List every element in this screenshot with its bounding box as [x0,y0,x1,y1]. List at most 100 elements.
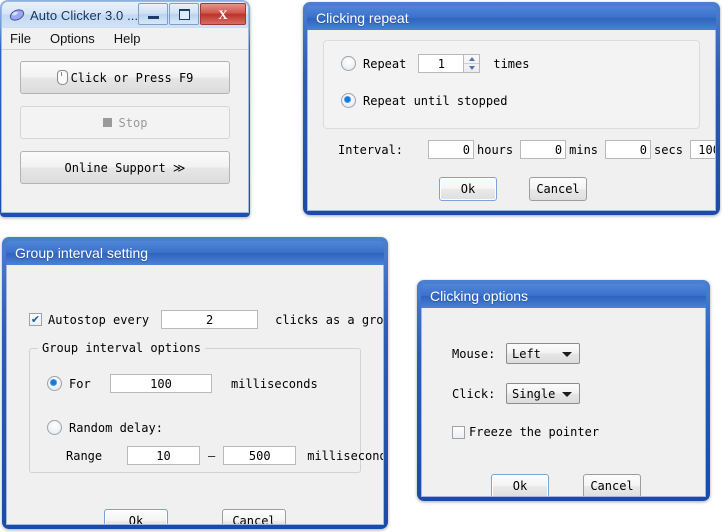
maximize-icon [178,8,190,20]
mouse-icon [56,70,68,85]
main-window-title: Auto Clicker 3.0 ... [30,7,139,23]
minimize-icon [147,15,159,19]
stop-label: Stop [118,115,148,130]
clicking-repeat-titlebar[interactable]: Clicking repeat [307,6,716,30]
click-select[interactable]: Single [506,383,580,404]
clicking-repeat-cancel-button[interactable]: Cancel [529,177,587,201]
chevron-down-icon [562,391,572,397]
click-or-press-f9-label: Click or Press F9 [70,70,194,85]
clicking-options-cancel-label: Cancel [590,479,634,493]
app-ellipse-icon [9,9,25,21]
close-icon: X [218,6,228,22]
screen: Auto Clicker 3.0 ... X File Options Help [0,0,722,532]
group-interval-title: Group interval setting [15,245,149,261]
for-option-radio[interactable] [47,376,62,391]
repeat-until-stopped-radio[interactable] [341,93,356,108]
for-option-unit: milliseconds [231,376,318,391]
for-option-label: For [69,376,91,391]
minimize-button[interactable] [138,3,168,25]
random-delay-label: Random delay: [69,420,163,435]
menu-item-file[interactable]: File [10,31,31,46]
clicking-options-ok-label: Ok [512,479,528,493]
repeat-times-suffix: times [493,56,530,71]
group-interval-options-groupbox: Group interval options For 100 milliseco… [29,341,383,473]
range-unit: milliseconds [307,448,383,463]
interval-mins-input[interactable]: 0 [520,140,567,159]
menu-bar: File Options Help [2,28,248,50]
autostop-value-input[interactable]: 2 [161,310,259,329]
stop-button[interactable]: Stop [20,106,230,139]
interval-hours-unit: hours [477,142,514,157]
menu-item-help[interactable]: Help [114,31,141,46]
chevron-down-icon [468,66,475,70]
clicking-repeat-body: Repeat 1 times Repeat until stopped Inte… [307,30,716,211]
window-controls: X [138,3,246,25]
click-row: Click: Single [452,383,580,404]
repeat-times-label: Repeat [363,56,407,71]
close-button[interactable]: X [200,3,246,25]
repeat-until-stopped-row[interactable]: Repeat until stopped [341,93,508,108]
maximize-button[interactable] [169,3,199,25]
freeze-pointer-label: Freeze the pointer [469,425,600,439]
clicking-options-cancel-button[interactable]: Cancel [583,474,641,496]
online-support-button[interactable]: Online Support ≫ [20,151,230,184]
clicking-options-title: Clicking options [430,288,529,304]
main-window-titlebar[interactable]: Auto Clicker 3.0 ... X [1,1,249,28]
range-min-input[interactable]: 10 [127,446,200,465]
mouse-select[interactable]: Left [506,343,580,364]
clicking-repeat-ok-button[interactable]: Ok [439,177,497,201]
stop-square-icon [102,118,112,127]
range-label: Range [66,448,103,463]
interval-secs-input[interactable]: 0 [605,140,652,159]
interval-label: Interval: [338,142,404,157]
spinner-up-button[interactable] [464,55,479,63]
main-window-client: File Options Help Click or Press F9 Stop… [1,27,249,213]
autostop-suffix-label: clicks as a group [275,312,384,327]
click-label: Click: [452,386,496,401]
repeat-times-input[interactable]: 1 [418,54,465,73]
group-interval-cancel-button[interactable]: Cancel [222,509,286,525]
group-interval-ok-button[interactable]: Ok [104,509,168,525]
mouse-row: Mouse: Left [452,343,580,364]
clicking-options-dialog: Clicking options Mouse: Left Click: Sing… [417,280,710,501]
group-interval-body: Autostop every 2 clicks as a group Group… [6,265,384,525]
group-interval-cancel-label: Cancel [232,514,276,525]
click-or-press-f9-button[interactable]: Click or Press F9 [20,61,230,94]
repeat-times-row[interactable]: Repeat 1 times [341,54,529,73]
freeze-pointer-row: Freeze the pointer [452,425,599,439]
spinner-down-button[interactable] [464,63,480,72]
random-range-row: Range 10 — 500 milliseconds [66,446,383,465]
clicking-repeat-ok-label: Ok [460,182,476,196]
interval-mins-unit: mins [569,142,599,157]
chevron-down-icon [562,351,572,357]
interval-milliseconds-input[interactable]: 100 [689,140,715,159]
group-interval-titlebar[interactable]: Group interval setting [6,241,384,265]
random-delay-row: Random delay: [47,420,163,435]
group-interval-ok-label: Ok [128,514,144,525]
autostop-prefix-label: Autostop every [48,312,150,327]
interval-secs-unit: secs [654,142,683,157]
chevron-up-icon [468,57,475,61]
menu-item-options[interactable]: Options [50,31,95,46]
mouse-select-value: Left [512,346,541,361]
clicking-options-ok-button[interactable]: Ok [491,474,549,496]
repeat-times-radio[interactable] [341,56,356,71]
random-delay-radio[interactable] [47,420,62,435]
autostop-checkbox[interactable] [29,313,42,326]
online-support-label: Online Support ≫ [64,160,186,175]
clicking-repeat-dialog: Clicking repeat Repeat 1 times Repeat un… [303,2,720,215]
range-max-input[interactable]: 500 [223,446,297,465]
for-option-input[interactable]: 100 [110,374,212,393]
repeat-times-spinner[interactable] [464,54,481,73]
clicking-repeat-title: Clicking repeat [316,10,409,26]
freeze-pointer-checkbox[interactable] [452,425,465,439]
interval-hours-input[interactable]: 0 [428,140,474,159]
range-separator: — [208,448,216,463]
clicking-options-titlebar[interactable]: Clicking options [421,284,706,308]
for-option-row: For 100 milliseconds [47,374,318,393]
autostop-row: Autostop every 2 clicks as a group [29,310,384,329]
group-interval-options-label: Group interval options [38,341,205,355]
main-window: Auto Clicker 3.0 ... X File Options Help [0,0,250,217]
clicking-options-body: Mouse: Left Click: Single Freeze the poi… [421,308,706,497]
repeat-mode-panel: Repeat 1 times Repeat until stopped [323,40,700,129]
